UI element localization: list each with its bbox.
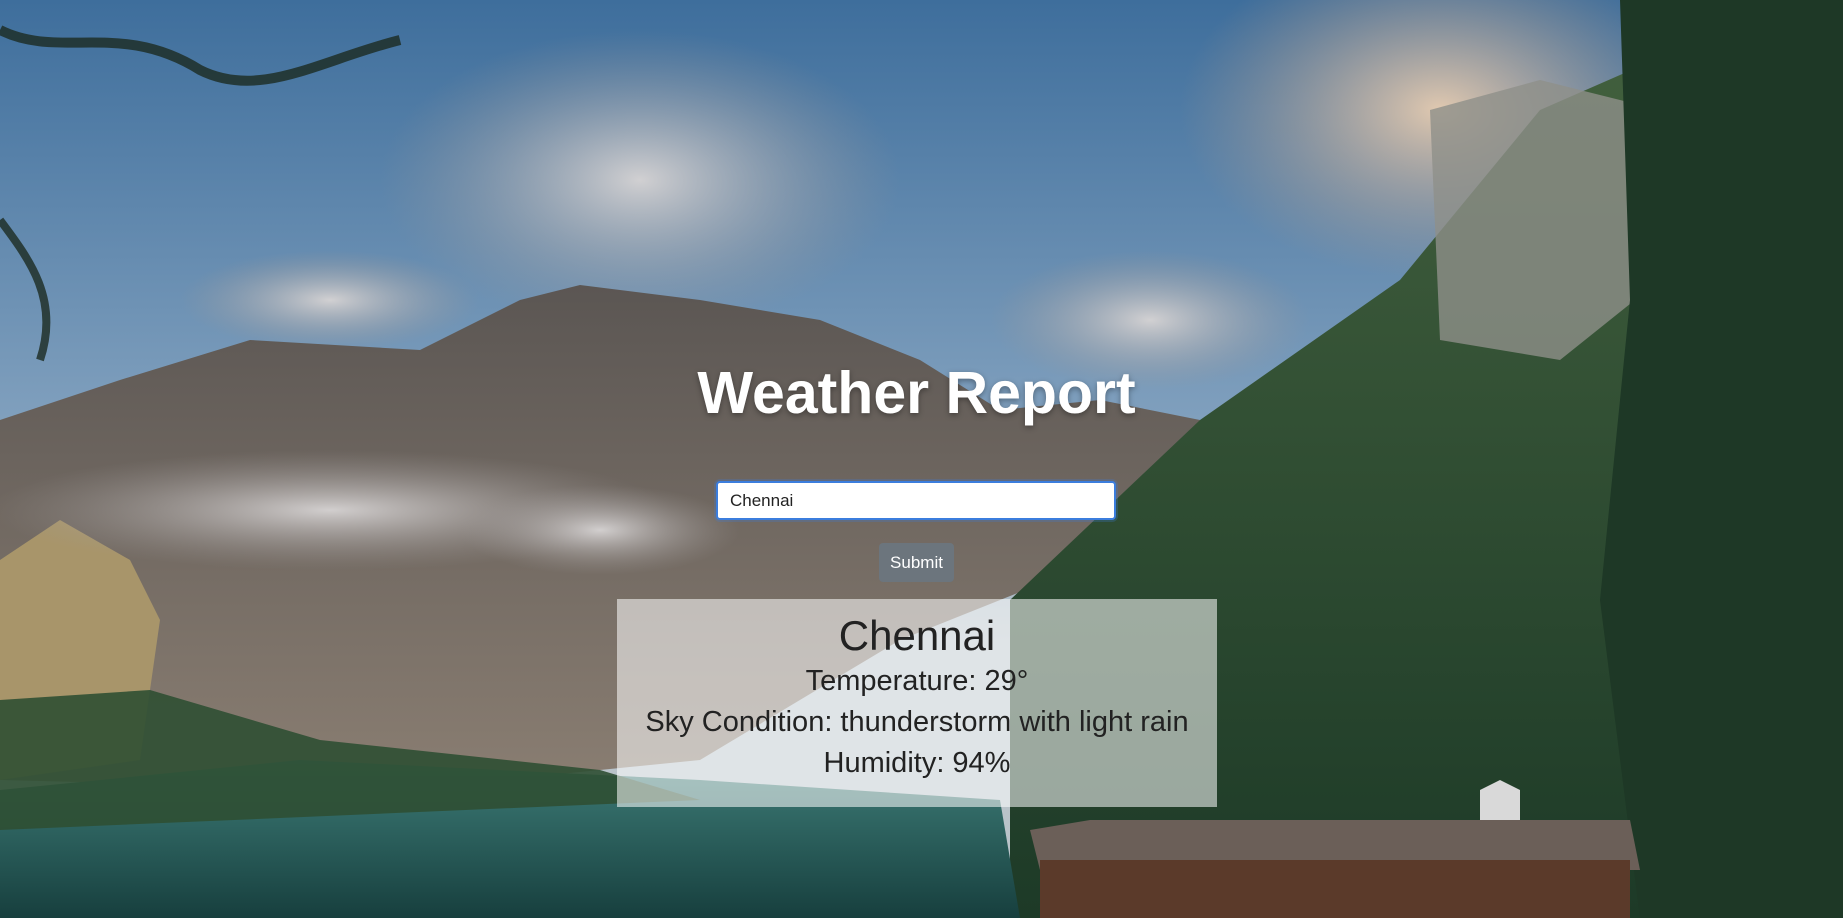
result-sky-condition: Sky Condition: thunderstorm with light r… — [645, 706, 1189, 738]
content-overlay: Weather Report Submit Chennai Temperatur… — [0, 0, 1843, 918]
result-temperature: Temperature: 29° — [805, 665, 1029, 697]
weather-page: Weather Report Submit Chennai Temperatur… — [0, 0, 1843, 918]
city-search-input[interactable] — [716, 481, 1116, 520]
page-title: Weather Report — [697, 360, 1136, 426]
result-city-name: Chennai — [838, 612, 996, 659]
weather-result-card: Chennai Temperature: 29° Sky Condition: … — [617, 599, 1217, 807]
result-humidity: Humidity: 94% — [823, 747, 1011, 779]
submit-button[interactable]: Submit — [879, 543, 954, 582]
